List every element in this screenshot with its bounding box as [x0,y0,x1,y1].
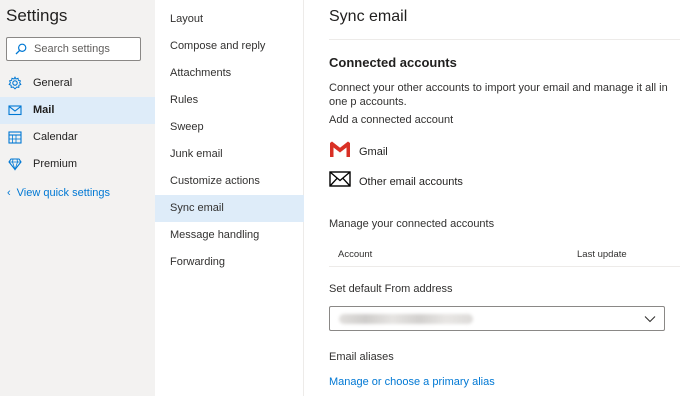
settings-title: Settings [6,6,68,25]
menu-item-rules[interactable]: Rules [155,87,304,114]
menu-label: Junk email [170,148,223,160]
chevron-down-icon [644,316,656,323]
menu-item-layout[interactable]: Layout [155,6,304,33]
menu-item-forwarding[interactable]: Forwarding [155,249,304,276]
mail-settings-menu: Layout Compose and reply Attachments Rul… [155,0,304,396]
nav-calendar[interactable]: Calendar [0,124,155,151]
nav-label: General [33,77,73,89]
menu-label: Sweep [170,121,204,133]
view-quick-settings-link[interactable]: ‹ View quick settings [7,187,110,199]
email-aliases-label: Email aliases [329,351,394,363]
redacted-address [339,314,473,324]
column-header-last-update[interactable]: Last update [577,249,627,260]
menu-item-sync-email[interactable]: Sync email [155,195,304,222]
menu-label: Forwarding [170,256,226,268]
gmail-icon [330,141,350,157]
nav-general[interactable]: General [0,70,155,97]
menu-item-junk-email[interactable]: Junk email [155,141,304,168]
calendar-icon [8,131,22,144]
chevron-left-icon: ‹ [7,187,11,199]
account-label: Gmail [359,146,388,158]
sync-email-pane: Sync email Connected accounts Connect yo… [305,0,680,396]
menu-label: Customize actions [170,175,260,187]
add-gmail-account[interactable]: Gmail [329,140,529,164]
menu-item-customize-actions[interactable]: Customize actions [155,168,304,195]
manage-accounts-label: Manage your connected accounts [329,218,495,230]
quick-settings-label: View quick settings [16,187,111,199]
title-divider [329,39,680,40]
account-label: Other email accounts [359,176,463,188]
menu-label: Message handling [170,229,260,241]
manage-alias-link[interactable]: Manage or choose a primary alias [329,376,495,388]
add-account-label: Add a connected account [329,114,454,126]
menu-label: Rules [170,94,199,106]
settings-sidebar: Settings Search settings General Mail Ca… [0,0,155,396]
nav-mail[interactable]: Mail [0,97,155,124]
nav-label: Mail [33,104,55,116]
nav-label: Premium [33,158,78,170]
search-icon [15,43,27,55]
page-title: Sync email [329,8,408,25]
nav-premium[interactable]: Premium [0,151,155,178]
menu-item-sweep[interactable]: Sweep [155,114,304,141]
envelope-icon [329,171,351,187]
menu-label: Compose and reply [170,40,266,52]
menu-item-message-handling[interactable]: Message handling [155,222,304,249]
search-settings-input[interactable]: Search settings [6,37,141,61]
menu-label: Layout [170,13,204,25]
accounts-table-header: Account Last update [329,241,680,267]
connected-accounts-heading: Connected accounts [329,55,457,70]
menu-item-attachments[interactable]: Attachments [155,60,304,87]
diamond-icon [8,158,22,171]
nav-label: Calendar [33,131,78,143]
default-from-label: Set default From address [329,283,453,295]
search-placeholder: Search settings [34,43,110,55]
gear-icon [8,76,22,90]
add-other-email-account[interactable]: Other email accounts [329,170,529,194]
default-from-dropdown[interactable] [329,306,665,331]
menu-label: Attachments [170,67,232,79]
mail-icon [8,105,22,116]
menu-label: Sync email [170,202,224,214]
column-header-account[interactable]: Account [338,249,372,260]
connected-accounts-description: Connect your other accounts to import yo… [329,82,668,108]
menu-item-compose-and-reply[interactable]: Compose and reply [155,33,304,60]
